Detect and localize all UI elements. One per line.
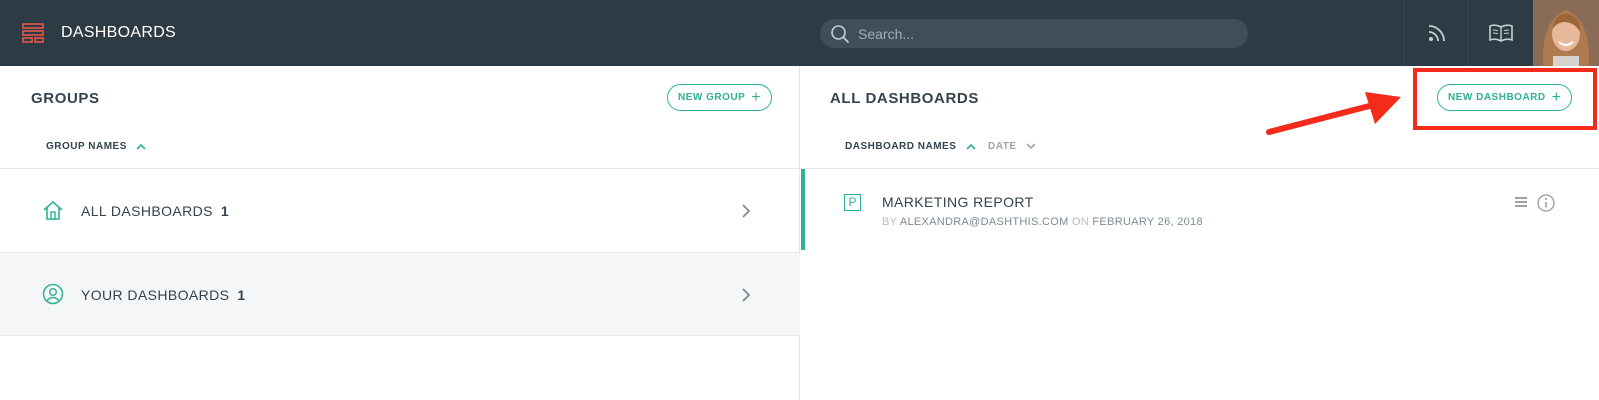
dashboard-title-link[interactable]: MARKETING REPORT: [882, 194, 1034, 210]
meta-author: ALEXANDRA@DASHTHIS.COM: [899, 216, 1069, 228]
top-bar: DASHBOARDS: [0, 0, 1599, 66]
chevron-right-icon: [742, 288, 751, 302]
chevron-up-icon: [966, 143, 976, 150]
group-name: YOUR DASHBOARDS: [81, 287, 230, 303]
divider: [801, 168, 1599, 169]
group-count: 1: [220, 203, 230, 219]
annotation-arrow-icon: [1266, 92, 1401, 135]
group-label: ALL DASHBOARDS 1: [81, 203, 229, 219]
avatar-photo: [1533, 0, 1599, 66]
new-group-button[interactable]: NEW GROUP +: [667, 84, 773, 111]
user-avatar[interactable]: [1533, 0, 1599, 66]
info-icon[interactable]: [1537, 194, 1555, 212]
sort-dashboard-names-label: DASHBOARD NAMES: [845, 141, 957, 152]
group-row-your-dashboards[interactable]: YOUR DASHBOARDS 1: [0, 252, 800, 336]
chevron-up-icon: [136, 143, 146, 150]
group-row-all-dashboards[interactable]: ALL DASHBOARDS 1: [0, 168, 800, 252]
new-group-label: NEW GROUP: [678, 92, 746, 103]
group-name: ALL DASHBOARDS: [81, 203, 213, 219]
plus-icon: +: [751, 88, 762, 106]
sort-date[interactable]: DATE: [988, 141, 1036, 152]
chevron-right-icon: [742, 204, 751, 218]
annotation-highlight-box: [1413, 68, 1597, 130]
chevron-down-icon: [1026, 143, 1036, 149]
dashboard-logo-icon[interactable]: [22, 22, 44, 44]
app-title: DASHBOARDS: [61, 24, 177, 41]
group-count: 1: [237, 287, 246, 303]
user-circle-icon: [42, 283, 64, 305]
feed-button[interactable]: [1404, 0, 1468, 66]
dashboard-type-icon: P: [844, 194, 861, 211]
active-row-indicator: [801, 169, 805, 250]
docs-button[interactable]: [1468, 0, 1532, 66]
meta-by-label: BY: [882, 216, 898, 228]
sort-group-names-label: GROUP NAMES: [46, 141, 127, 152]
home-icon: [43, 201, 63, 220]
search-input[interactable]: [858, 19, 1238, 48]
dashboards-title: ALL DASHBOARDS: [830, 90, 979, 107]
sort-date-label: DATE: [988, 141, 1017, 152]
group-label: YOUR DASHBOARDS 1: [81, 287, 246, 303]
sort-dashboard-names[interactable]: DASHBOARD NAMES: [845, 141, 976, 152]
rss-icon: [1428, 25, 1445, 42]
book-icon: [1488, 24, 1513, 42]
search-bar[interactable]: [820, 19, 1248, 48]
meta-date: FEBRUARY 26, 2018: [1092, 216, 1203, 228]
meta-on-label: ON: [1071, 216, 1090, 228]
menu-icon[interactable]: [1514, 196, 1528, 208]
dashboard-meta: BY ALEXANDRA@DASHTHIS.COM ON FEBRUARY 26…: [882, 216, 1203, 228]
search-icon: [831, 25, 849, 43]
sort-group-names[interactable]: GROUP NAMES: [46, 141, 146, 152]
groups-title: GROUPS: [31, 90, 100, 107]
